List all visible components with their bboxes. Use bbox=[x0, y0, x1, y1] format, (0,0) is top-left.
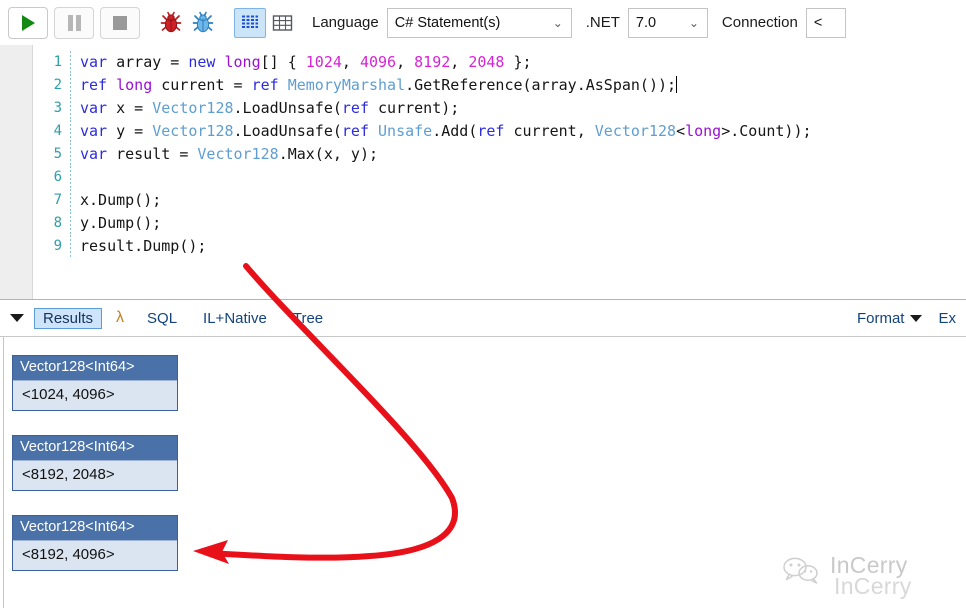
watermark: InCerry InCerry bbox=[780, 556, 966, 608]
language-select[interactable]: C# Statement(s) ⌄ bbox=[387, 8, 572, 38]
triangle-down-icon[interactable] bbox=[10, 314, 24, 322]
debug-button[interactable] bbox=[156, 7, 186, 39]
dotnet-value: 7.0 bbox=[636, 15, 679, 31]
table-grid-icon bbox=[272, 13, 293, 33]
result-item[interactable]: Vector128<Int64><8192, 2048> bbox=[12, 435, 178, 491]
tab-il-native[interactable]: IL+Native bbox=[194, 308, 276, 329]
format-chevron-down-icon[interactable] bbox=[910, 315, 922, 322]
code-line: 7x.Dump(); bbox=[33, 189, 966, 212]
chevron-down-icon: ⌄ bbox=[553, 17, 563, 29]
line-number: 4 bbox=[33, 120, 70, 143]
bug-blue-icon bbox=[190, 10, 216, 36]
code-text: var array = new long[] { 1024, 4096, 819… bbox=[71, 51, 532, 74]
code-line: 5var result = Vector128.Max(x, y); bbox=[33, 143, 966, 166]
result-value: <8192, 2048> bbox=[13, 460, 177, 490]
code-text: var x = Vector128.LoadUnsafe(ref current… bbox=[71, 97, 459, 120]
tab-tree[interactable]: Tree bbox=[284, 308, 332, 329]
wechat-icon bbox=[780, 556, 824, 586]
result-value: <1024, 4096> bbox=[13, 380, 177, 410]
dotted-grid-icon bbox=[240, 13, 260, 33]
code-lines: 1var array = new long[] { 1024, 4096, 81… bbox=[33, 51, 966, 258]
language-label: Language bbox=[312, 14, 379, 31]
code-line: 4var y = Vector128.LoadUnsafe(ref Unsafe… bbox=[33, 120, 966, 143]
line-number: 5 bbox=[33, 143, 70, 166]
line-number: 6 bbox=[33, 166, 70, 189]
code-text: y.Dump(); bbox=[71, 212, 161, 235]
line-number: 7 bbox=[33, 189, 70, 212]
line-number: 1 bbox=[33, 51, 70, 74]
code-text: var result = Vector128.Max(x, y); bbox=[71, 143, 378, 166]
tab-results[interactable]: Results bbox=[34, 308, 102, 329]
tab-sql[interactable]: SQL bbox=[138, 308, 186, 329]
result-value: <8192, 4096> bbox=[13, 540, 177, 570]
result-type-header: Vector128<Int64> bbox=[13, 436, 177, 460]
tab--[interactable]: λ bbox=[110, 307, 130, 329]
code-text bbox=[71, 166, 80, 189]
connection-select[interactable]: < bbox=[806, 8, 846, 38]
editor-gutter bbox=[0, 45, 33, 300]
results-tabbar-right: Format Ex bbox=[857, 310, 966, 327]
text-caret bbox=[676, 76, 677, 93]
code-text: result.Dump(); bbox=[71, 235, 206, 258]
connection-value: < bbox=[814, 15, 841, 31]
results-tabs: Results λ SQL IL+Native Tree bbox=[34, 307, 340, 329]
play-icon bbox=[22, 15, 35, 31]
watermark-line2: InCerry bbox=[834, 576, 912, 597]
code-text: ref long current = ref MemoryMarshal.Get… bbox=[71, 74, 677, 97]
table-results-view-button[interactable] bbox=[266, 8, 298, 38]
result-type-header: Vector128<Int64> bbox=[13, 516, 177, 540]
stop-button[interactable] bbox=[100, 7, 140, 39]
code-line: 8y.Dump(); bbox=[33, 212, 966, 235]
format-button[interactable]: Format bbox=[857, 310, 905, 327]
dotnet-version-select[interactable]: 7.0 ⌄ bbox=[628, 8, 708, 38]
main-toolbar: Language C# Statement(s) ⌄ .NET 7.0 ⌄ Co… bbox=[0, 0, 966, 45]
pause-icon bbox=[68, 15, 81, 31]
linqpad-window: Language C# Statement(s) ⌄ .NET 7.0 ⌄ Co… bbox=[0, 0, 966, 608]
result-item[interactable]: Vector128<Int64><1024, 4096> bbox=[12, 355, 178, 411]
chevron-down-icon: ⌄ bbox=[689, 17, 699, 29]
line-number: 9 bbox=[33, 235, 70, 258]
bug-red-icon bbox=[158, 10, 184, 36]
line-number: 2 bbox=[33, 74, 70, 97]
language-value: C# Statement(s) bbox=[395, 15, 543, 31]
dotnet-label: .NET bbox=[586, 14, 620, 31]
line-number: 3 bbox=[33, 97, 70, 120]
watermark-text: InCerry InCerry bbox=[830, 555, 912, 597]
code-line: 2ref long current = ref MemoryMarshal.Ge… bbox=[33, 74, 966, 97]
grid-results-view-button[interactable] bbox=[234, 8, 266, 38]
connection-label: Connection bbox=[722, 14, 798, 31]
run-button[interactable] bbox=[8, 7, 48, 39]
export-button[interactable]: Ex bbox=[938, 310, 956, 327]
result-type-header: Vector128<Int64> bbox=[13, 356, 177, 380]
pause-button[interactable] bbox=[54, 7, 94, 39]
result-item[interactable]: Vector128<Int64><8192, 4096> bbox=[12, 515, 178, 571]
code-line: 1var array = new long[] { 1024, 4096, 81… bbox=[33, 51, 966, 74]
code-text: var y = Vector128.LoadUnsafe(ref Unsafe.… bbox=[71, 120, 812, 143]
code-line: 3var x = Vector128.LoadUnsafe(ref curren… bbox=[33, 97, 966, 120]
code-line: 6 bbox=[33, 166, 966, 189]
code-line: 9result.Dump(); bbox=[33, 235, 966, 258]
debug-alt-button[interactable] bbox=[188, 7, 218, 39]
line-number: 8 bbox=[33, 212, 70, 235]
code-editor[interactable]: 1var array = new long[] { 1024, 4096, 81… bbox=[0, 45, 966, 300]
code-text: x.Dump(); bbox=[71, 189, 161, 212]
stop-icon bbox=[113, 16, 127, 30]
results-panel-border bbox=[3, 337, 4, 608]
results-tabbar: Results λ SQL IL+Native Tree Format Ex bbox=[0, 300, 966, 337]
